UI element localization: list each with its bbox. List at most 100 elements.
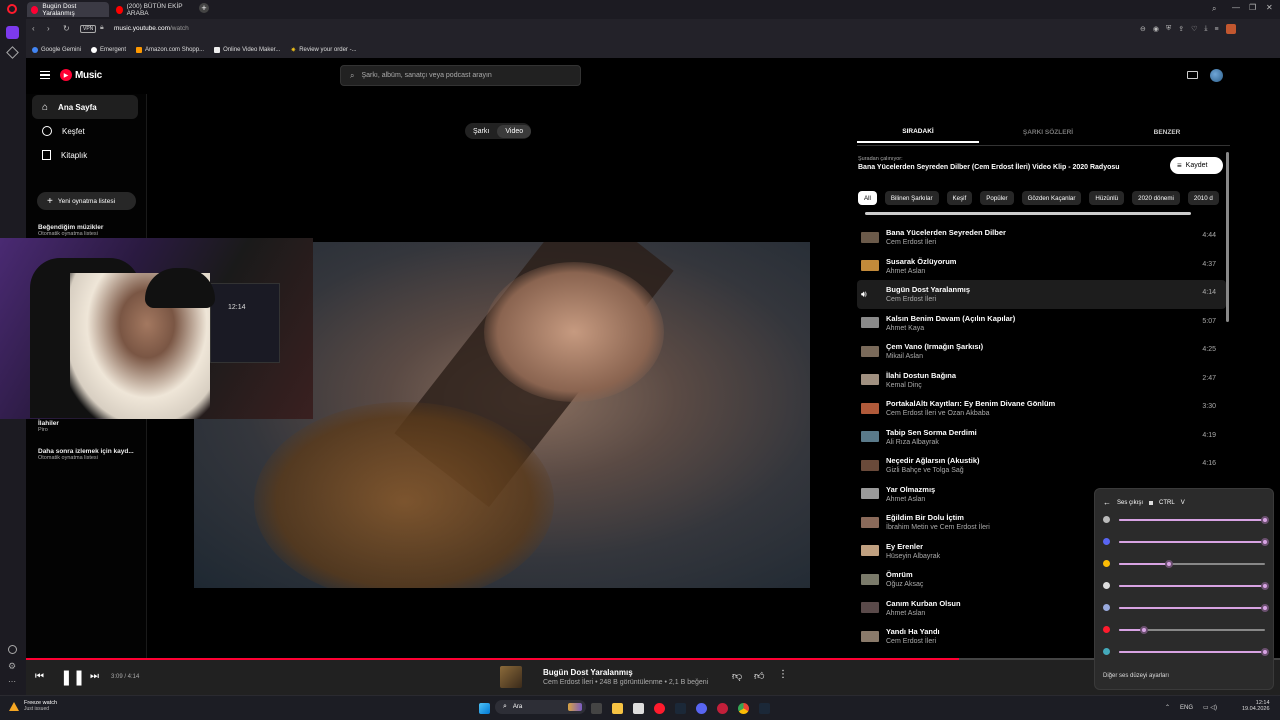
queue-item[interactable]: 🔊︎ Bugün Dost Yaralanmış Cem Erdost İleri 4… bbox=[857, 280, 1226, 309]
windows-start-icon[interactable] bbox=[479, 702, 490, 714]
queue-item-artist: İbrahim Metin ve Cem Erdost İleri bbox=[886, 524, 990, 532]
next-icon[interactable]: ⏭ bbox=[90, 671, 99, 682]
queue-item-title: Susarak Özlüyorum bbox=[886, 256, 957, 266]
search-icon: ⌕ bbox=[503, 703, 507, 710]
queue-item-artist: Ali Rıza Albayrak bbox=[886, 438, 939, 446]
queue-thumbnail bbox=[861, 431, 879, 443]
volume-slider-knob[interactable] bbox=[1139, 626, 1148, 634]
queue-thumbnail bbox=[861, 374, 879, 386]
volume-slider-knob[interactable] bbox=[1261, 582, 1269, 590]
chrome-app-icon bbox=[1103, 560, 1110, 567]
tray-clock[interactable]: 12:14 19.04.2026 bbox=[1242, 700, 1270, 712]
queue-thumbnail bbox=[861, 516, 879, 528]
chrome-icon[interactable] bbox=[738, 702, 749, 714]
taskbar-apps: ⌕ Ara bbox=[479, 700, 775, 714]
queue-thumbnail bbox=[861, 260, 879, 272]
mixer-app-row bbox=[1103, 515, 1269, 525]
tray-overflow-icon[interactable]: ⌃ bbox=[1165, 704, 1170, 711]
weather-widget[interactable]: Freeze watch Just issued bbox=[9, 700, 57, 712]
opera-taskbar-icon[interactable] bbox=[654, 702, 665, 714]
dislike-icon[interactable]: 👎︎ bbox=[732, 670, 742, 682]
queue-item-title: Canım Kurban Olsun bbox=[886, 598, 961, 608]
queue-item[interactable]: Neçedir Ağlarsın (Akustik) Gizli Bahçe ve… bbox=[857, 451, 1226, 480]
task-view-icon[interactable] bbox=[591, 702, 602, 714]
volume-slider-knob[interactable] bbox=[1164, 560, 1173, 568]
queue-list: Bana Yücelerden Seyreden Dilber Cem Erdos… bbox=[0, 0, 1280, 658]
volume-slider-knob[interactable] bbox=[1261, 538, 1269, 546]
volume-slider-knob[interactable] bbox=[1261, 604, 1269, 612]
queue-thumbnail bbox=[861, 402, 879, 414]
now-playing-title[interactable]: Bugün Dost Yaralanmış bbox=[543, 668, 633, 677]
mixer-device[interactable]: CTRL bbox=[1159, 500, 1175, 506]
opera-gx-icon[interactable] bbox=[717, 702, 728, 714]
opera-app-icon bbox=[1103, 626, 1110, 633]
language-indicator[interactable]: ENG bbox=[1180, 705, 1193, 711]
volume-slider[interactable] bbox=[1119, 538, 1269, 546]
volume-slider[interactable] bbox=[1119, 560, 1265, 568]
volume-mixer: ← Ses çıkışı CTRL V Diğer ses düzeyi aya… bbox=[1094, 488, 1274, 690]
queue-item-duration: 5:07 bbox=[1202, 317, 1216, 325]
volume-slider[interactable] bbox=[1119, 648, 1269, 656]
queue-item-artist: Mikail Aslan bbox=[886, 353, 923, 361]
queue-item-artist: Hüseyin Albayrak bbox=[886, 552, 941, 560]
mixer-title: Ses çıkışı bbox=[1117, 499, 1144, 506]
queue-thumbnail bbox=[861, 488, 879, 500]
queue-item-duration: 4:25 bbox=[1202, 346, 1216, 353]
queue-item-title: İlahi Dostun Bağına bbox=[886, 370, 957, 380]
taskbar-search[interactable]: ⌕ Ara bbox=[495, 700, 586, 714]
queue-thumbnail bbox=[861, 345, 879, 357]
previous-icon[interactable]: ⏮ bbox=[35, 671, 44, 682]
queue-item-artist: Cem Erdost İleri bbox=[886, 239, 937, 247]
queue-item-title: Yar Olmazmış bbox=[886, 484, 936, 494]
volume-slider[interactable] bbox=[1119, 626, 1265, 634]
steam-2-icon[interactable] bbox=[759, 702, 770, 714]
queue-item-duration: 3:30 bbox=[1202, 403, 1216, 410]
queue-item-title: Ey Erenler bbox=[886, 541, 924, 551]
queue-item-title: Bana Yücelerden Seyreden Dilber bbox=[886, 228, 1006, 238]
mixer-app-row bbox=[1103, 625, 1269, 635]
more-options-icon[interactable]: ⋮ bbox=[778, 669, 788, 680]
notepad-icon[interactable] bbox=[633, 702, 644, 714]
queue-item[interactable]: Tabip Sen Sorma Derdimi Ali Rıza Albayrak… bbox=[857, 423, 1226, 452]
volume-slider-knob[interactable] bbox=[1261, 648, 1269, 656]
steam-icon[interactable] bbox=[675, 702, 686, 714]
output-device-icon bbox=[1149, 500, 1154, 505]
queue-item[interactable]: İlahi Dostun Bağına Kemal Dinç 2:47 bbox=[857, 366, 1226, 395]
file-explorer-icon[interactable] bbox=[612, 702, 623, 714]
queue-item-title: Kalsın Benim Davam (Açılın Kapılar) bbox=[886, 313, 1016, 323]
album-art[interactable] bbox=[500, 666, 522, 688]
time-display: 3:09 / 4:14 bbox=[111, 674, 140, 680]
volume-slider[interactable] bbox=[1119, 582, 1269, 590]
more-volume-settings-link[interactable]: Diğer ses düzeyi ayarları bbox=[1103, 673, 1169, 679]
warning-icon bbox=[9, 701, 19, 711]
queue-item-title: Çem Vano (Irmağın Şarkısı) bbox=[886, 342, 984, 352]
queue-item[interactable]: Kalsın Benim Davam (Açılın Kapılar) Ahmet… bbox=[857, 309, 1226, 338]
queue-item-duration: 4:44 bbox=[1202, 232, 1216, 239]
settings-gear-icon[interactable]: ⚙ bbox=[8, 661, 16, 672]
volume-slider-knob[interactable] bbox=[1261, 516, 1269, 524]
pause-icon[interactable]: ❚❚ bbox=[60, 668, 85, 686]
queue-item[interactable]: Susarak Özlüyorum Ahmet Aslan 4:37 bbox=[857, 252, 1226, 281]
queue-item-artist: Ahmet Aslan bbox=[886, 609, 926, 617]
volume-slider-fill bbox=[1119, 607, 1265, 609]
more-dots-icon[interactable]: ⋯ bbox=[8, 677, 16, 686]
volume-slider[interactable] bbox=[1119, 604, 1269, 612]
network-volume-icon[interactable]: ▭ ◁) bbox=[1203, 704, 1217, 711]
mixer-header: ← Ses çıkışı CTRL V bbox=[1103, 498, 1185, 507]
queue-item[interactable]: PortakalAltı Kayıtları: Ey Benim Divane … bbox=[857, 394, 1226, 423]
queue-thumbnail bbox=[861, 545, 879, 557]
like-icon[interactable]: 👍︎ bbox=[754, 670, 764, 682]
device-dropdown-icon[interactable]: V bbox=[1181, 500, 1185, 506]
queue-thumbnail bbox=[861, 602, 879, 614]
discord-icon[interactable] bbox=[696, 702, 707, 714]
now-playing-speaker-icon: 🔊︎ bbox=[861, 288, 867, 299]
volume-slider[interactable] bbox=[1119, 516, 1269, 524]
queue-item-duration: 2:47 bbox=[1202, 374, 1216, 382]
windows-taskbar: Freeze watch Just issued ⌕ Ara ⌃ ENG ▭ ◁… bbox=[0, 695, 1280, 720]
system-sounds-icon bbox=[1103, 582, 1110, 589]
queue-item[interactable]: Bana Yücelerden Seyreden Dilber Cem Erdos… bbox=[857, 223, 1226, 252]
queue-item[interactable]: Çem Vano (Irmağın Şarkısı) Mikail Aslan 4:… bbox=[857, 337, 1226, 366]
volume-slider-fill bbox=[1119, 563, 1169, 565]
mixer-app-row bbox=[1103, 647, 1269, 657]
back-arrow-icon[interactable]: ← bbox=[1103, 498, 1111, 507]
